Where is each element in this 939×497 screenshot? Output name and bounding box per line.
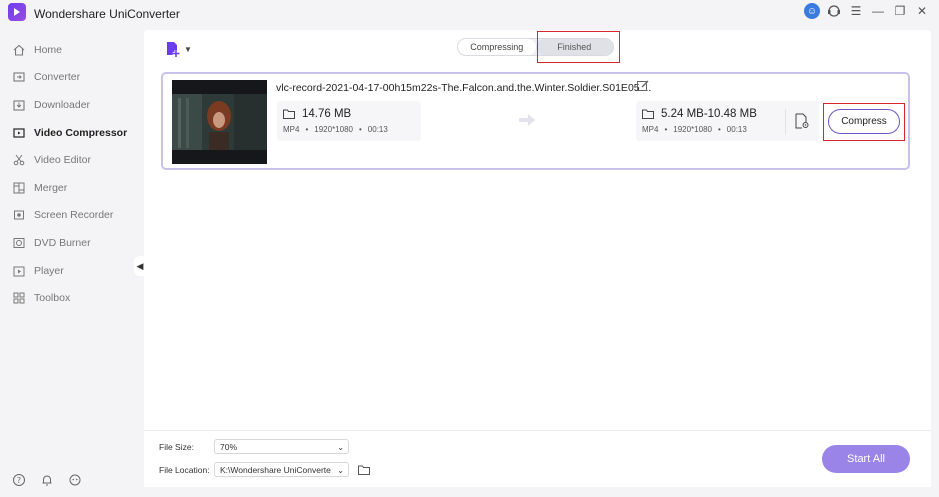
open-folder-icon[interactable] xyxy=(358,464,370,475)
menu-icon[interactable]: ☰ xyxy=(847,2,865,20)
sidebar-footer: ? xyxy=(12,473,82,487)
sidebar-item-downloader[interactable]: Downloader xyxy=(0,91,144,119)
bullet-separator: • xyxy=(717,125,721,134)
merger-icon xyxy=(12,181,26,195)
sidebar-item-label: DVD Burner xyxy=(34,236,91,249)
app-logo-icon xyxy=(8,3,26,21)
sidebar-item-dvd-burner[interactable]: DVD Burner xyxy=(0,229,144,257)
sidebar-item-player[interactable]: Player xyxy=(0,257,144,285)
play-icon xyxy=(12,264,26,278)
notification-bell-icon[interactable] xyxy=(40,473,54,487)
target-resolution: 1920*1080 xyxy=(673,125,712,134)
sidebar: Home Converter Downloader Video Compress… xyxy=(0,36,144,312)
help-icon[interactable]: ? xyxy=(12,473,26,487)
chevron-down-icon: ⌄ xyxy=(337,466,344,475)
grid-icon xyxy=(12,291,26,305)
sidebar-item-home[interactable]: Home xyxy=(0,36,144,64)
finished-tab-highlight xyxy=(537,31,620,63)
maximize-icon[interactable]: ❐ xyxy=(891,2,909,20)
start-all-button[interactable]: Start All xyxy=(822,445,910,473)
sidebar-item-converter[interactable]: Converter xyxy=(0,64,144,92)
sidebar-item-video-compressor[interactable]: Video Compressor xyxy=(0,119,144,147)
converter-icon xyxy=(12,70,26,84)
edit-name-icon[interactable] xyxy=(636,79,650,93)
main-panel: ▼ Compressing Finished vlc-record-2021-0… xyxy=(144,30,931,430)
title-bar: Wondershare UniConverter ☺ ☰ — ❐ ✕ xyxy=(0,0,939,26)
disc-icon xyxy=(12,236,26,250)
target-format: MP4 xyxy=(642,125,659,134)
minimize-icon[interactable]: — xyxy=(869,2,887,20)
sidebar-item-label: Home xyxy=(34,43,63,56)
bullet-separator: • xyxy=(664,125,668,134)
file-size-value: 70% xyxy=(220,441,238,452)
sidebar-item-toolbox[interactable]: Toolbox xyxy=(0,284,144,312)
folder-icon xyxy=(642,109,654,119)
sidebar-item-label: Video Compressor xyxy=(34,126,128,139)
file-size-label: File Size: xyxy=(159,442,194,452)
compress-icon xyxy=(12,126,26,140)
source-info: 14.76 MB MP4 • 1920*1080 • 00:13 xyxy=(277,101,421,141)
sidebar-item-label: Toolbox xyxy=(34,292,71,305)
arrow-right-icon xyxy=(517,112,537,128)
sidebar-item-merger[interactable]: Merger xyxy=(0,174,144,202)
file-location-select[interactable]: K:\Wondershare UniConverte ⌄ xyxy=(214,462,349,477)
add-file-icon xyxy=(167,42,180,57)
bottom-bar: File Size: 70% ⌄ File Location: K:\Wonde… xyxy=(144,430,931,487)
support-icon[interactable] xyxy=(825,2,843,20)
file-card: vlc-record-2021-04-17-00h15m22s-The.Falc… xyxy=(161,72,910,170)
bullet-separator: • xyxy=(358,125,362,134)
source-resolution: 1920*1080 xyxy=(314,125,353,134)
sidebar-item-label: Merger xyxy=(34,181,68,194)
window-controls: ☺ ☰ — ❐ ✕ xyxy=(803,2,931,20)
divider xyxy=(785,109,786,135)
feedback-icon[interactable] xyxy=(68,473,82,487)
file-name: vlc-record-2021-04-17-00h15m22s-The.Falc… xyxy=(276,82,652,94)
downloader-icon xyxy=(12,98,26,112)
source-size: 14.76 MB xyxy=(302,108,352,120)
target-size: 5.24 MB-10.48 MB xyxy=(661,108,757,120)
target-duration: 00:13 xyxy=(726,125,747,134)
add-file-button[interactable]: ▼ xyxy=(164,40,192,58)
scissors-icon xyxy=(12,153,26,167)
source-format: MP4 xyxy=(283,125,300,134)
sidebar-item-video-editor[interactable]: Video Editor xyxy=(0,146,144,174)
bullet-separator: • xyxy=(305,125,309,134)
chevron-down-icon: ⌄ xyxy=(337,443,344,452)
sidebar-item-screen-recorder[interactable]: Screen Recorder xyxy=(0,202,144,230)
user-avatar-icon[interactable]: ☺ xyxy=(803,2,821,20)
close-icon[interactable]: ✕ xyxy=(913,2,931,20)
record-icon xyxy=(12,208,26,222)
sidebar-item-label: Screen Recorder xyxy=(34,209,114,222)
home-icon xyxy=(12,43,26,57)
sidebar-item-label: Player xyxy=(34,264,64,277)
file-size-select[interactable]: 70% ⌄ xyxy=(214,439,349,454)
compression-settings-icon[interactable] xyxy=(794,113,810,129)
video-thumbnail[interactable] xyxy=(172,80,267,164)
app-title: Wondershare UniConverter xyxy=(34,7,180,21)
tab-compressing[interactable]: Compressing xyxy=(458,39,536,55)
file-location-label: File Location: xyxy=(159,465,210,475)
sidebar-item-label: Video Editor xyxy=(34,154,92,167)
sidebar-item-label: Converter xyxy=(34,71,81,84)
svg-text:?: ? xyxy=(17,476,21,485)
file-location-value: K:\Wondershare UniConverte xyxy=(220,464,331,475)
compress-button-highlight xyxy=(823,103,905,141)
target-info: 5.24 MB-10.48 MB MP4 • 1920*1080 • 00:13 xyxy=(636,101,819,141)
chevron-down-icon: ▼ xyxy=(184,44,192,54)
sidebar-item-label: Downloader xyxy=(34,98,91,111)
source-duration: 00:13 xyxy=(367,125,388,134)
folder-icon xyxy=(283,109,295,119)
